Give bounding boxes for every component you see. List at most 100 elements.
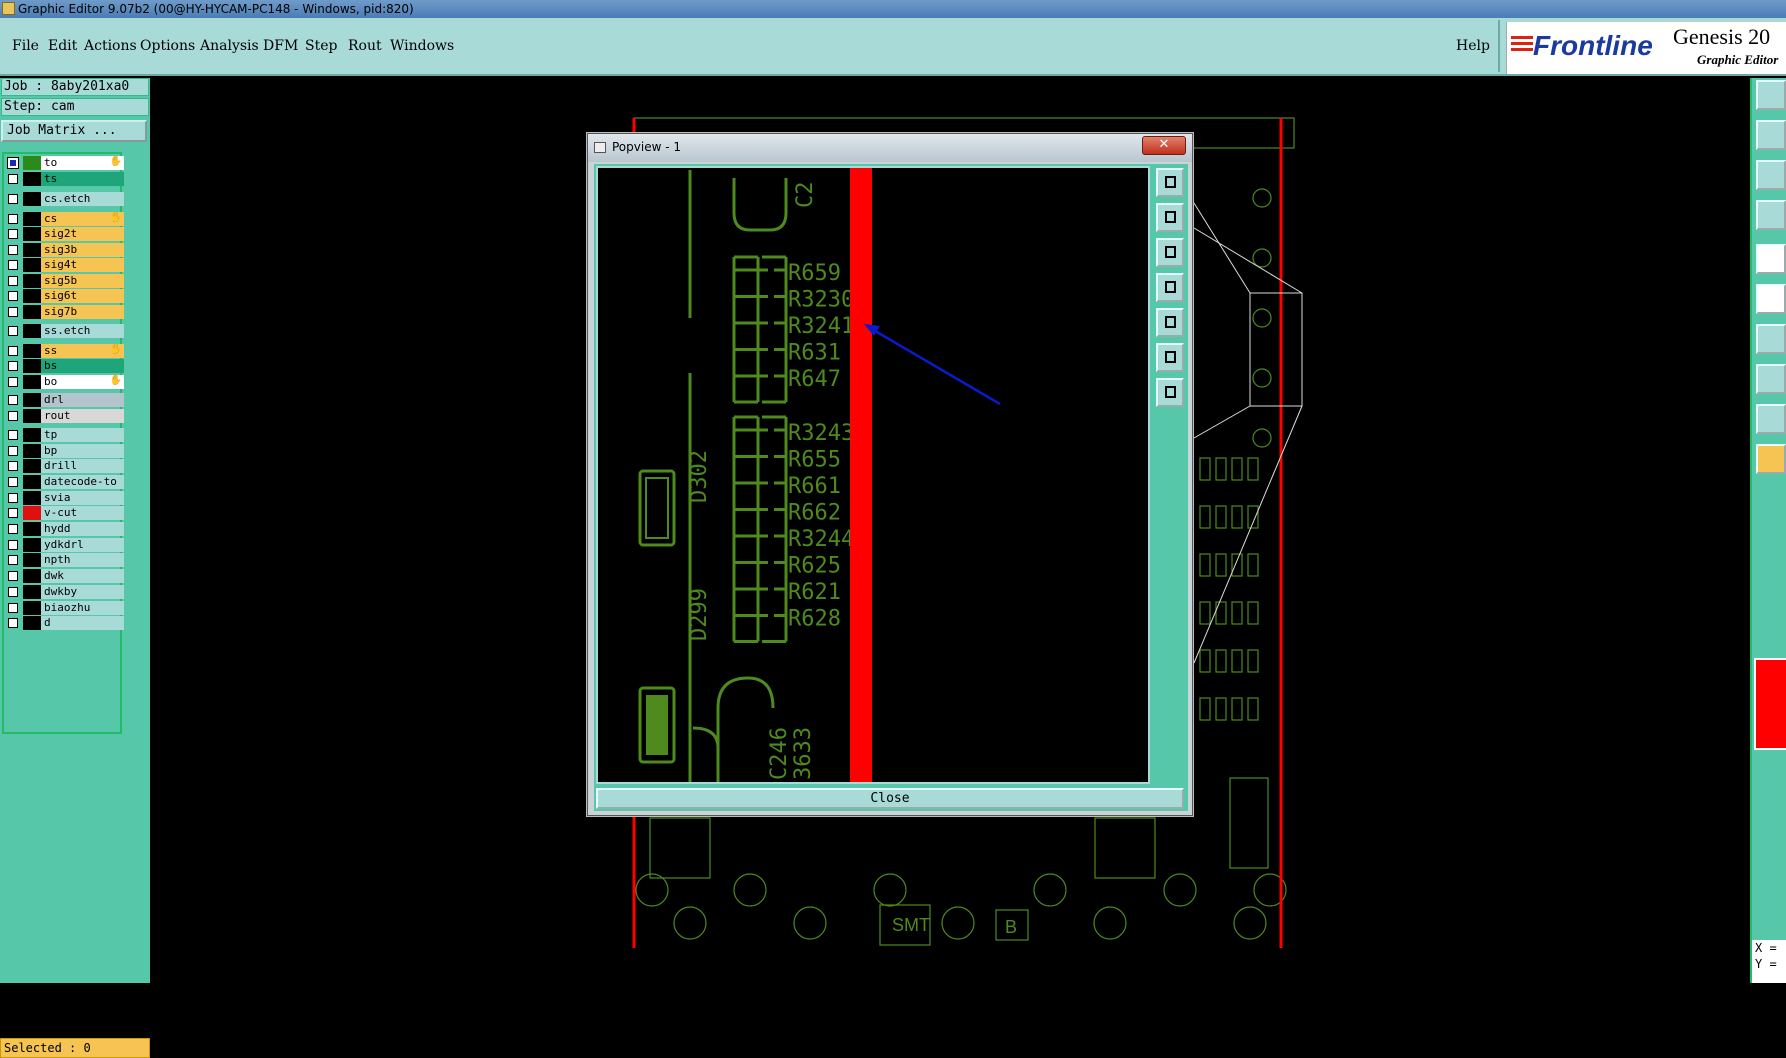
layer-row-sig5b[interactable]: sig5b — [6, 274, 124, 288]
layer-name[interactable]: sig6t — [41, 289, 124, 303]
layer-checkbox[interactable] — [7, 157, 19, 169]
layer-checkbox[interactable] — [8, 276, 18, 286]
layer-checkbox[interactable] — [8, 477, 18, 487]
layer-row-sig6t[interactable]: sig6t — [6, 289, 124, 303]
tool-button[interactable] — [1756, 200, 1786, 230]
layer-checkbox[interactable] — [8, 555, 18, 565]
layer-row-cs.etch[interactable]: cs.etch — [6, 192, 124, 206]
measure-tool-button[interactable] — [1756, 324, 1786, 354]
menu-windows[interactable]: Windows — [390, 38, 454, 54]
layer-name[interactable]: drl — [41, 393, 124, 407]
menu-file[interactable]: File — [12, 38, 39, 54]
layer-name[interactable]: hydd — [41, 522, 124, 536]
layer-name[interactable]: bp — [41, 444, 124, 458]
menu-actions[interactable]: Actions — [84, 38, 137, 54]
menu-step[interactable]: Step — [305, 38, 337, 54]
layer-checkbox[interactable] — [8, 260, 18, 270]
layer-checkbox[interactable] — [8, 461, 18, 471]
layer-checkbox[interactable] — [8, 326, 18, 336]
layer-checkbox[interactable] — [8, 493, 18, 503]
feature-tool-button[interactable] — [1756, 244, 1786, 274]
layer-row-tp[interactable]: tp — [6, 428, 124, 442]
layer-name[interactable]: dwk — [41, 569, 124, 583]
menu-help[interactable]: Help — [1456, 38, 1490, 54]
layer-checkbox[interactable] — [8, 540, 18, 550]
menu-dfm[interactable]: DFM — [263, 38, 298, 54]
layer-checkbox[interactable] — [8, 291, 18, 301]
layer-checkbox[interactable] — [8, 587, 18, 597]
popview-close-x-button[interactable]: ✕ — [1142, 136, 1186, 155]
layer-checkbox[interactable] — [8, 508, 18, 518]
layer-name[interactable]: sig4t — [41, 258, 124, 272]
menu-rout[interactable]: Rout — [348, 38, 382, 54]
layer-name[interactable]: cs.etch — [41, 192, 124, 206]
layer-name[interactable]: ydkdrl — [41, 538, 124, 552]
zoom-home-button[interactable] — [1156, 168, 1184, 197]
layer-row-sig7b[interactable]: sig7b — [6, 305, 124, 319]
layer-name[interactable]: sig2t — [41, 227, 124, 241]
layer-row-svia[interactable]: svia — [6, 491, 124, 505]
layer-row-cs[interactable]: cs ✋ — [6, 212, 124, 226]
net-tool-button[interactable] — [1756, 284, 1786, 314]
layer-name[interactable]: biaozhu — [41, 601, 124, 615]
layer-name[interactable]: sig7b — [41, 305, 124, 319]
snap-tool-button[interactable] — [1756, 364, 1786, 394]
layer-name[interactable]: drill — [41, 459, 124, 473]
layer-name[interactable]: tp — [41, 428, 124, 442]
pan-up-button[interactable] — [1156, 203, 1184, 232]
popview-zoom-view[interactable]: R659 R3230 R3241 R631 R647 R3243 R655 R661 R662 R… — [596, 166, 1150, 784]
layer-checkbox[interactable] — [8, 377, 18, 387]
layer-row-bo[interactable]: bo ✋ — [6, 375, 124, 389]
layer-name[interactable]: v-cut — [41, 506, 124, 520]
tool-button[interactable] — [1756, 120, 1786, 150]
layer-name[interactable]: cs ✋ — [41, 212, 124, 226]
layer-checkbox[interactable] — [8, 571, 18, 581]
layer-name[interactable]: bs — [41, 359, 124, 373]
menu-analysis[interactable]: Analysis — [200, 38, 259, 54]
layer-row-ydkdrl[interactable]: ydkdrl — [6, 538, 124, 552]
tool-button[interactable] — [1756, 80, 1786, 110]
menu-options[interactable]: Options — [140, 38, 195, 54]
layer-name[interactable]: d — [41, 616, 124, 630]
layer-row-bp[interactable]: bp — [6, 444, 124, 458]
layer-row-dwkby[interactable]: dwkby — [6, 585, 124, 599]
job-matrix-button[interactable]: Job Matrix ... — [1, 120, 147, 142]
layer-row-to[interactable]: to ✋ — [6, 156, 124, 170]
layer-row-dwk[interactable]: dwk — [6, 569, 124, 583]
layer-row-sig4t[interactable]: sig4t — [6, 258, 124, 272]
layer-row-sig2t[interactable]: sig2t — [6, 227, 124, 241]
layer-checkbox[interactable] — [8, 395, 18, 405]
layer-name[interactable]: dwkby — [41, 585, 124, 599]
layer-name[interactable]: sig3b — [41, 243, 124, 257]
select-pointer-button[interactable] — [1756, 444, 1786, 474]
layer-name[interactable]: ss ✋ — [41, 344, 124, 358]
layer-name[interactable]: to ✋ — [41, 156, 124, 170]
pan-left-button[interactable] — [1156, 273, 1184, 302]
layer-row-sig3b[interactable]: sig3b — [6, 243, 124, 257]
layer-checkbox[interactable] — [8, 524, 18, 534]
layer-row-d[interactable]: d — [6, 616, 124, 630]
layer-name[interactable]: svia — [41, 491, 124, 505]
layer-name[interactable]: bo ✋ — [41, 375, 124, 389]
popview-close-button[interactable]: Close — [596, 788, 1184, 809]
layer-checkbox[interactable] — [8, 194, 18, 204]
layer-row-biaozhu[interactable]: biaozhu — [6, 601, 124, 615]
menu-edit[interactable]: Edit — [48, 38, 77, 54]
layer-row-bs[interactable]: bs — [6, 359, 124, 373]
layer-name[interactable]: sig5b — [41, 274, 124, 288]
layer-checkbox[interactable] — [8, 229, 18, 239]
layer-checkbox[interactable] — [8, 446, 18, 456]
layer-checkbox[interactable] — [8, 245, 18, 255]
layer-checkbox[interactable] — [8, 430, 18, 440]
layer-checkbox[interactable] — [8, 361, 18, 371]
layer-row-v-cut[interactable]: v-cut — [6, 506, 124, 520]
layer-name[interactable]: datecode-to — [41, 475, 124, 489]
layer-name[interactable]: npth — [41, 553, 124, 567]
layer-checkbox[interactable] — [8, 214, 18, 224]
layer-checkbox[interactable] — [8, 603, 18, 613]
zoom-in-button[interactable] — [1156, 343, 1184, 372]
tool-button[interactable] — [1756, 160, 1786, 190]
layer-row-drl[interactable]: drl — [6, 393, 124, 407]
layer-checkbox[interactable] — [8, 411, 18, 421]
layer-name[interactable]: ss.etch — [41, 324, 124, 338]
